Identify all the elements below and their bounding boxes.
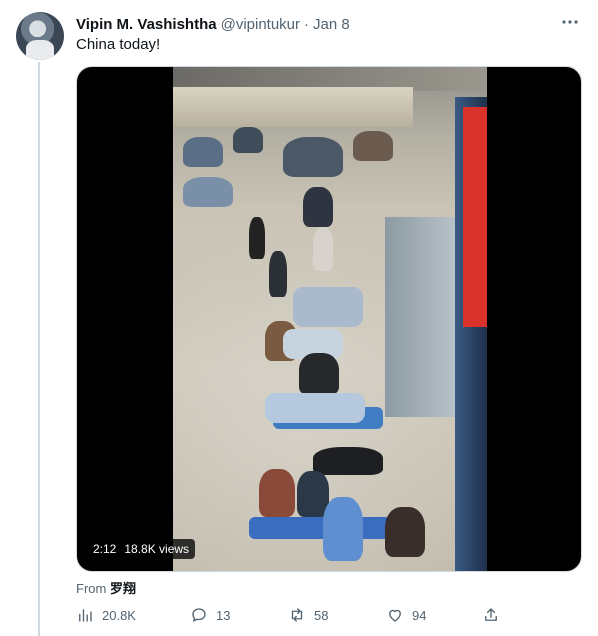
views-count: 20.8K — [102, 607, 136, 623]
heart-icon — [389, 609, 401, 622]
reply-button[interactable]: 13 — [190, 604, 230, 626]
bar-chart-icon — [79, 609, 92, 622]
video-badge: 2:12 18.8K views — [87, 539, 196, 559]
reply-count: 13 — [216, 607, 231, 623]
tweet-date[interactable]: Jan 8 — [313, 16, 350, 33]
video-frame — [173, 67, 487, 571]
video-duration: 2:12 — [93, 542, 117, 556]
tweet-header: Vipin M. Vashishtha @vipintukur · Jan 8 — [76, 14, 582, 34]
video-player[interactable]: 2:12 18.8K views — [76, 66, 582, 572]
like-button[interactable]: 94 — [386, 604, 426, 626]
avatar[interactable] — [16, 12, 64, 60]
retweet-count: 58 — [314, 607, 329, 623]
user-handle[interactable]: @vipintukur — [221, 16, 300, 33]
source-attribution: From 罗翔 — [76, 578, 136, 597]
like-count: 94 — [412, 607, 427, 623]
retweet-icon — [291, 608, 303, 622]
share-icon — [485, 608, 497, 621]
share-button[interactable] — [482, 604, 500, 626]
display-name[interactable]: Vipin M. Vashishtha — [76, 16, 217, 33]
thread-line — [38, 62, 40, 636]
retweet-button[interactable]: 58 — [288, 604, 328, 626]
separator-dot: · — [304, 15, 310, 33]
video-views: 18.8K views — [124, 542, 190, 556]
reply-icon — [192, 608, 206, 622]
action-bar: 20.8K 13 58 94 — [76, 604, 506, 626]
source-name[interactable]: 罗翔 — [110, 581, 136, 596]
source-label: From — [76, 581, 107, 596]
tweet-text: China today! — [76, 36, 161, 53]
more-horizontal-icon[interactable] — [558, 10, 582, 34]
views-button[interactable]: 20.8K — [76, 604, 136, 626]
